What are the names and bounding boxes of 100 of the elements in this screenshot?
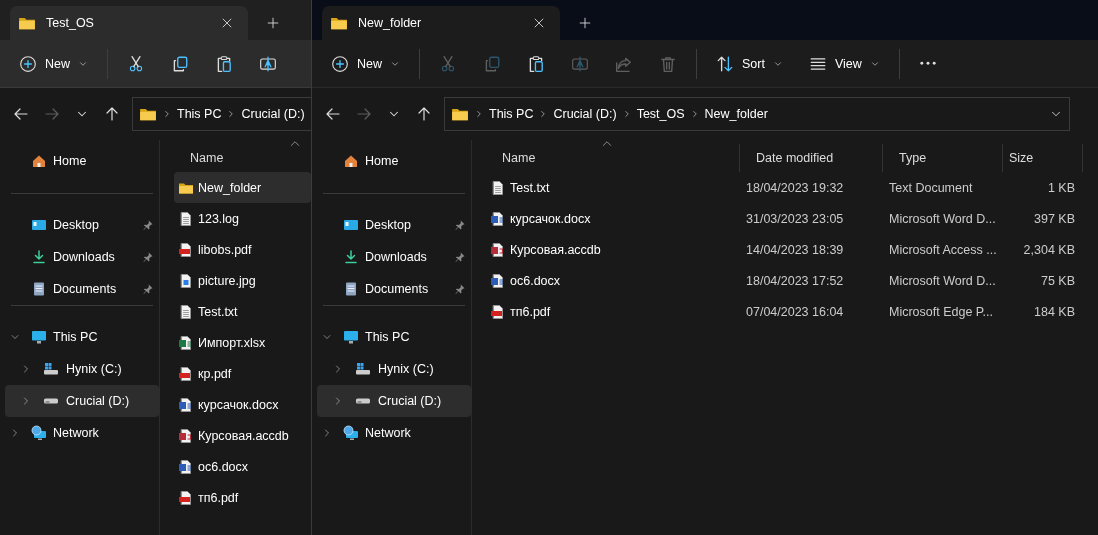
home-icon bbox=[343, 153, 359, 169]
sidebar-item[interactable]: Network bbox=[5, 417, 159, 449]
chevron-right-icon bbox=[474, 109, 484, 119]
up-arrow-icon bbox=[104, 106, 120, 122]
file-name: курсачок.docx bbox=[510, 211, 591, 226]
type-cell-text: Microsoft Edge P... bbox=[888, 304, 994, 319]
sidebar-item[interactable]: Downloads bbox=[317, 241, 471, 273]
column-header[interactable]: Name bbox=[174, 144, 311, 172]
word-document-icon bbox=[178, 396, 194, 413]
file-row[interactable]: курсачок.docx 31/03/2023 23:05 Microsoft Word D... 397 KB bbox=[486, 203, 1098, 234]
file-name: кр.pdf bbox=[198, 366, 232, 381]
forward-arrow-icon bbox=[356, 106, 372, 122]
close-icon bbox=[220, 16, 234, 30]
pdf-file-icon bbox=[178, 365, 194, 382]
file-row[interactable]: кр.pdf bbox=[174, 358, 311, 389]
sidebar-item[interactable]: Network bbox=[317, 417, 471, 449]
file-row[interactable]: Test.txt bbox=[174, 296, 311, 327]
file-row[interactable]: курсачок.docx bbox=[174, 389, 311, 420]
column-header[interactable]: Type bbox=[883, 144, 1003, 172]
sidebar-item[interactable]: Hynix (C:) bbox=[317, 353, 471, 385]
toolbar-button[interactable]: Sort bbox=[709, 48, 790, 79]
sidebar-item[interactable]: Documents bbox=[317, 273, 471, 305]
drive-icon bbox=[355, 398, 371, 404]
breadcrumb[interactable]: Crucial (D:) bbox=[241, 107, 305, 121]
monitor-icon bbox=[343, 329, 359, 345]
toolbar-button[interactable]: New bbox=[324, 48, 407, 79]
forward-arrow-icon bbox=[44, 106, 60, 122]
file-name: Test.txt bbox=[510, 180, 550, 195]
type-cell-text: Microsoft Word D... bbox=[888, 211, 997, 226]
sidebar-item[interactable]: Desktop bbox=[5, 209, 159, 241]
file-name: Test.txt bbox=[198, 304, 238, 319]
toolbar-button[interactable]: New bbox=[12, 48, 95, 79]
file-name: Импорт.xlsx bbox=[198, 335, 266, 350]
sidebar-item[interactable]: This PC bbox=[317, 321, 471, 353]
type-cell-text: Text Document bbox=[888, 180, 974, 195]
file-row[interactable]: ос6.docx bbox=[174, 451, 311, 482]
date-cell-text: 07/04/2023 16:04 bbox=[745, 304, 845, 319]
sidebar-item[interactable]: Home bbox=[317, 145, 471, 177]
sidebar-item[interactable]: Home bbox=[5, 145, 159, 177]
file-name: ос6.docx bbox=[510, 273, 561, 288]
pdf-file-icon bbox=[490, 303, 506, 320]
sidebar-item[interactable]: Crucial (D:) bbox=[317, 385, 471, 417]
size-cell-text: 397 KB bbox=[1033, 211, 1076, 226]
file-row[interactable]: Курсовая.accdb bbox=[174, 420, 311, 451]
desktop-icon bbox=[31, 217, 47, 233]
desktop-icon bbox=[343, 217, 359, 233]
file-row[interactable]: Курсовая.accdb 14/04/2023 18:39 Microsoft Access ... 2,304 KB bbox=[486, 234, 1098, 265]
toolbar-button[interactable]: View bbox=[801, 48, 887, 79]
file-name: 123.log bbox=[198, 211, 239, 226]
file-name: Курсовая.accdb bbox=[198, 428, 289, 443]
file-row[interactable]: libobs.pdf bbox=[174, 234, 311, 265]
documents-icon bbox=[343, 281, 359, 297]
file-row[interactable]: New_folder bbox=[174, 172, 311, 203]
sidebar-item[interactable]: Desktop bbox=[317, 209, 471, 241]
window-tab[interactable]: Test_OS bbox=[10, 6, 248, 40]
breadcrumb[interactable]: Test_OS bbox=[636, 107, 685, 121]
network-icon bbox=[343, 425, 359, 441]
sidebar-item[interactable]: This PC bbox=[5, 321, 159, 353]
pdf-file-icon bbox=[178, 489, 194, 506]
drive-icon bbox=[43, 398, 59, 404]
column-header[interactable]: Size bbox=[1003, 144, 1083, 172]
file-name: New_folder bbox=[198, 180, 262, 195]
file-row[interactable]: picture.jpg bbox=[174, 265, 311, 296]
window-tab[interactable]: New_folder bbox=[322, 6, 560, 40]
plus-icon bbox=[266, 16, 280, 30]
sidebar-item[interactable]: Downloads bbox=[5, 241, 159, 273]
document-icon bbox=[178, 303, 194, 320]
file-name: ос6.docx bbox=[198, 459, 249, 474]
database-file-icon bbox=[490, 241, 506, 258]
drive-icon bbox=[355, 361, 371, 377]
breadcrumb[interactable]: New_folder bbox=[704, 107, 768, 121]
breadcrumb[interactable]: This PC bbox=[489, 107, 534, 121]
chevron-right-icon bbox=[162, 109, 172, 119]
word-document-icon bbox=[490, 272, 506, 289]
breadcrumb[interactable]: Crucial (D:) bbox=[553, 107, 617, 121]
file-row[interactable]: 123.log bbox=[174, 203, 311, 234]
sidebar-item[interactable]: Crucial (D:) bbox=[5, 385, 159, 417]
date-cell-text: 18/04/2023 17:52 bbox=[745, 273, 845, 288]
date-cell-text: 18/04/2023 19:32 bbox=[745, 180, 845, 195]
file-row[interactable]: ос6.docx 18/04/2023 17:52 Microsoft Word D... 75 KB bbox=[486, 265, 1098, 296]
column-header[interactable]: Date modified bbox=[740, 144, 883, 172]
file-row[interactable]: Test.txt 18/04/2023 19:32 Text Document 1 KB bbox=[486, 172, 1098, 203]
type-cell-text: Microsoft Word D... bbox=[888, 273, 997, 288]
close-icon bbox=[532, 16, 546, 30]
size-cell-text: 75 KB bbox=[1039, 273, 1076, 288]
file-name: picture.jpg bbox=[198, 273, 256, 288]
sidebar-item[interactable]: Hynix (C:) bbox=[5, 353, 159, 385]
tab-title: New_folder bbox=[358, 16, 423, 30]
address-bar[interactable]: This PC Crucial (D:) Test_OS New_folder bbox=[444, 97, 1070, 131]
file-row[interactable]: тп6.pdf bbox=[174, 482, 311, 513]
sidebar-item[interactable]: Documents bbox=[5, 273, 159, 305]
file-row[interactable]: тп6.pdf 07/04/2023 16:04 Microsoft Edge P... 184 KB bbox=[486, 296, 1098, 327]
type-cell-text: Microsoft Access ... bbox=[888, 242, 998, 257]
file-row[interactable]: Импорт.xlsx bbox=[174, 327, 311, 358]
column-header[interactable]: Name bbox=[486, 144, 740, 172]
spreadsheet-file-icon bbox=[178, 334, 194, 351]
file-name: курсачок.docx bbox=[198, 397, 279, 412]
plus-icon bbox=[578, 16, 592, 30]
breadcrumb[interactable]: This PC bbox=[177, 107, 222, 121]
document-icon bbox=[490, 179, 506, 196]
